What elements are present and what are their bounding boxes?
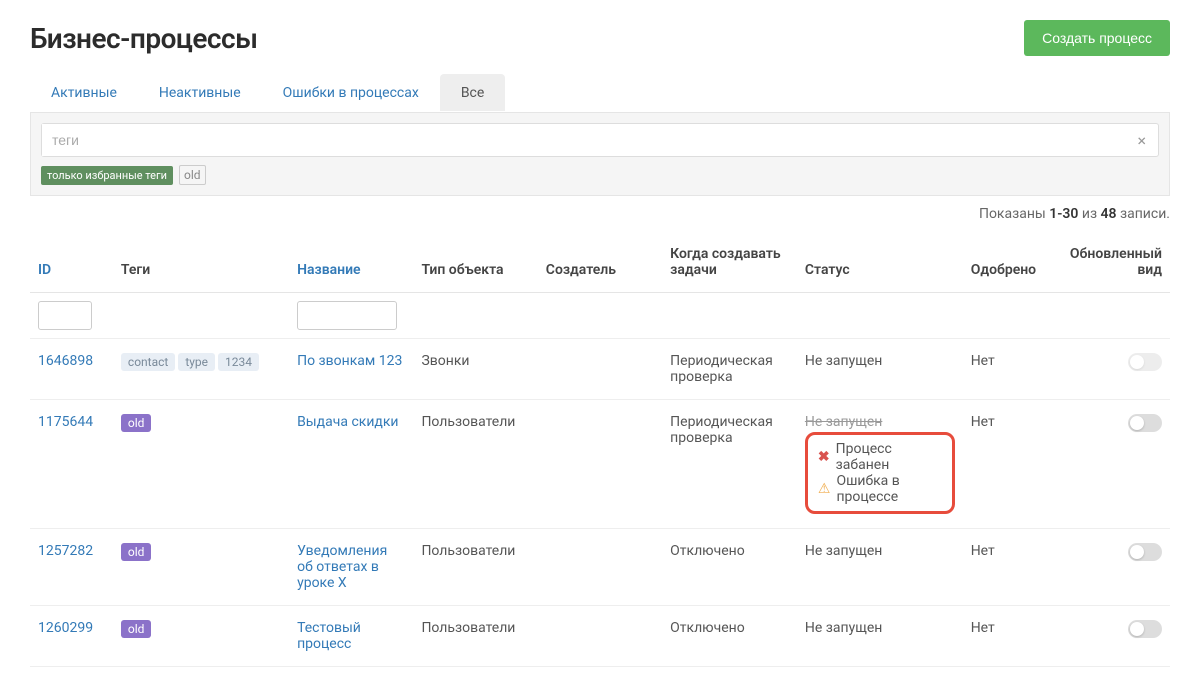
x-icon: ✖ xyxy=(818,449,830,465)
tag-badge[interactable]: type xyxy=(178,353,215,371)
row-when: Отключено xyxy=(662,529,797,606)
col-header-tags: Теги xyxy=(113,232,289,293)
filter-id-input[interactable] xyxy=(38,301,92,330)
col-header-approved: Одобрено xyxy=(963,232,1056,293)
page-header: Бизнес-процессы Создать процесс xyxy=(30,20,1170,56)
tags-input[interactable] xyxy=(42,124,1125,156)
filter-panel: × только избранные теги old xyxy=(30,112,1170,196)
row-status: Не запущен xyxy=(797,339,963,400)
tab-active[interactable]: Активные xyxy=(30,74,138,111)
row-tags: old xyxy=(113,400,289,529)
col-header-id[interactable]: ID xyxy=(30,232,113,293)
row-when: Периодическая проверка xyxy=(662,400,797,529)
process-table: ID Теги Название Тип объекта Создатель К… xyxy=(30,232,1170,667)
tab-inactive[interactable]: Неактивные xyxy=(138,74,262,111)
row-status: Не запущен✖Процесс забанен⚠Ошибка в проц… xyxy=(797,400,963,529)
row-object-type: Пользователи xyxy=(413,400,537,529)
row-tags: old xyxy=(113,606,289,667)
row-id-link[interactable]: 1257282 xyxy=(38,543,93,559)
table-row: 1646898 contacttype1234 По звонкам 123 Звон… xyxy=(30,339,1170,400)
table-row: 1257282 old Уведомления об ответах в уроке… xyxy=(30,529,1170,606)
row-status: Не запущен xyxy=(797,606,963,667)
page-title: Бизнес-процессы xyxy=(30,22,258,55)
row-status: Не запущен xyxy=(797,529,963,606)
filter-name-input[interactable] xyxy=(297,301,397,330)
banned-text: Процесс забанен xyxy=(836,441,942,473)
row-id-link[interactable]: 1175644 xyxy=(38,414,93,430)
tag-badge[interactable]: 1234 xyxy=(218,353,259,371)
create-process-button[interactable]: Создать процесс xyxy=(1024,20,1170,56)
row-approved: Нет xyxy=(963,529,1056,606)
error-text: Ошибка в процессе xyxy=(836,473,941,505)
favorites-only-chip[interactable]: только избранные теги xyxy=(41,166,173,185)
row-approved: Нет xyxy=(963,400,1056,529)
results-summary: Показаны 1-30 из 48 записи. xyxy=(30,206,1170,222)
tag-badge[interactable]: old xyxy=(121,414,152,432)
row-tags: old xyxy=(113,529,289,606)
row-creator xyxy=(538,339,662,400)
tab-errors[interactable]: Ошибки в процессах xyxy=(262,74,440,111)
row-approved: Нет xyxy=(963,606,1056,667)
row-approved: Нет xyxy=(963,339,1056,400)
status-error-callout: ✖ Процесс забанен ⚠ Ошибка в процессе xyxy=(805,432,955,514)
row-object-type: Звонки xyxy=(413,339,537,400)
old-tag-chip[interactable]: old xyxy=(179,165,206,185)
col-header-when: Когда создавать задачи xyxy=(662,232,797,293)
updated-view-toggle[interactable] xyxy=(1128,620,1162,638)
row-when: Отключено xyxy=(662,606,797,667)
filter-row xyxy=(30,293,1170,339)
updated-view-toggle[interactable] xyxy=(1128,414,1162,432)
row-name-link[interactable]: Тестовый процесс xyxy=(297,620,361,652)
col-header-object-type: Тип объекта xyxy=(413,232,537,293)
row-when: Периодическая проверка xyxy=(662,339,797,400)
table-row: 1175644 old Выдача скидки Пользователи Перио… xyxy=(30,400,1170,529)
row-name-link[interactable]: По звонкам 123 xyxy=(297,353,402,369)
table-row: 1260299 old Тестовый процесс Пользователи От… xyxy=(30,606,1170,667)
tabs: Активные Неактивные Ошибки в процессах В… xyxy=(30,74,1170,112)
tag-input-wrapper: × xyxy=(41,123,1159,157)
row-object-type: Пользователи xyxy=(413,606,537,667)
updated-view-toggle xyxy=(1128,353,1162,371)
row-object-type: Пользователи xyxy=(413,529,537,606)
row-name-link[interactable]: Уведомления об ответах в уроке X xyxy=(297,543,387,591)
updated-view-toggle[interactable] xyxy=(1128,543,1162,561)
tag-badge[interactable]: old xyxy=(121,543,152,561)
col-header-name[interactable]: Название xyxy=(289,232,413,293)
filter-chips: только избранные теги old xyxy=(41,165,1159,185)
row-creator xyxy=(538,529,662,606)
row-id-link[interactable]: 1260299 xyxy=(38,620,93,636)
row-creator xyxy=(538,400,662,529)
col-header-status: Статус xyxy=(797,232,963,293)
warning-icon: ⚠ xyxy=(818,481,831,497)
col-header-creator: Создатель xyxy=(538,232,662,293)
tag-badge[interactable]: contact xyxy=(121,353,175,371)
tag-badge[interactable]: old xyxy=(121,620,152,638)
row-name-link[interactable]: Выдача скидки xyxy=(297,414,398,430)
row-creator xyxy=(538,606,662,667)
clear-tags-icon[interactable]: × xyxy=(1125,131,1158,150)
col-header-updated-view: Обновленный вид xyxy=(1056,232,1170,293)
row-id-link[interactable]: 1646898 xyxy=(38,353,93,369)
tab-all[interactable]: Все xyxy=(440,74,505,111)
row-tags: contacttype1234 xyxy=(113,339,289,400)
